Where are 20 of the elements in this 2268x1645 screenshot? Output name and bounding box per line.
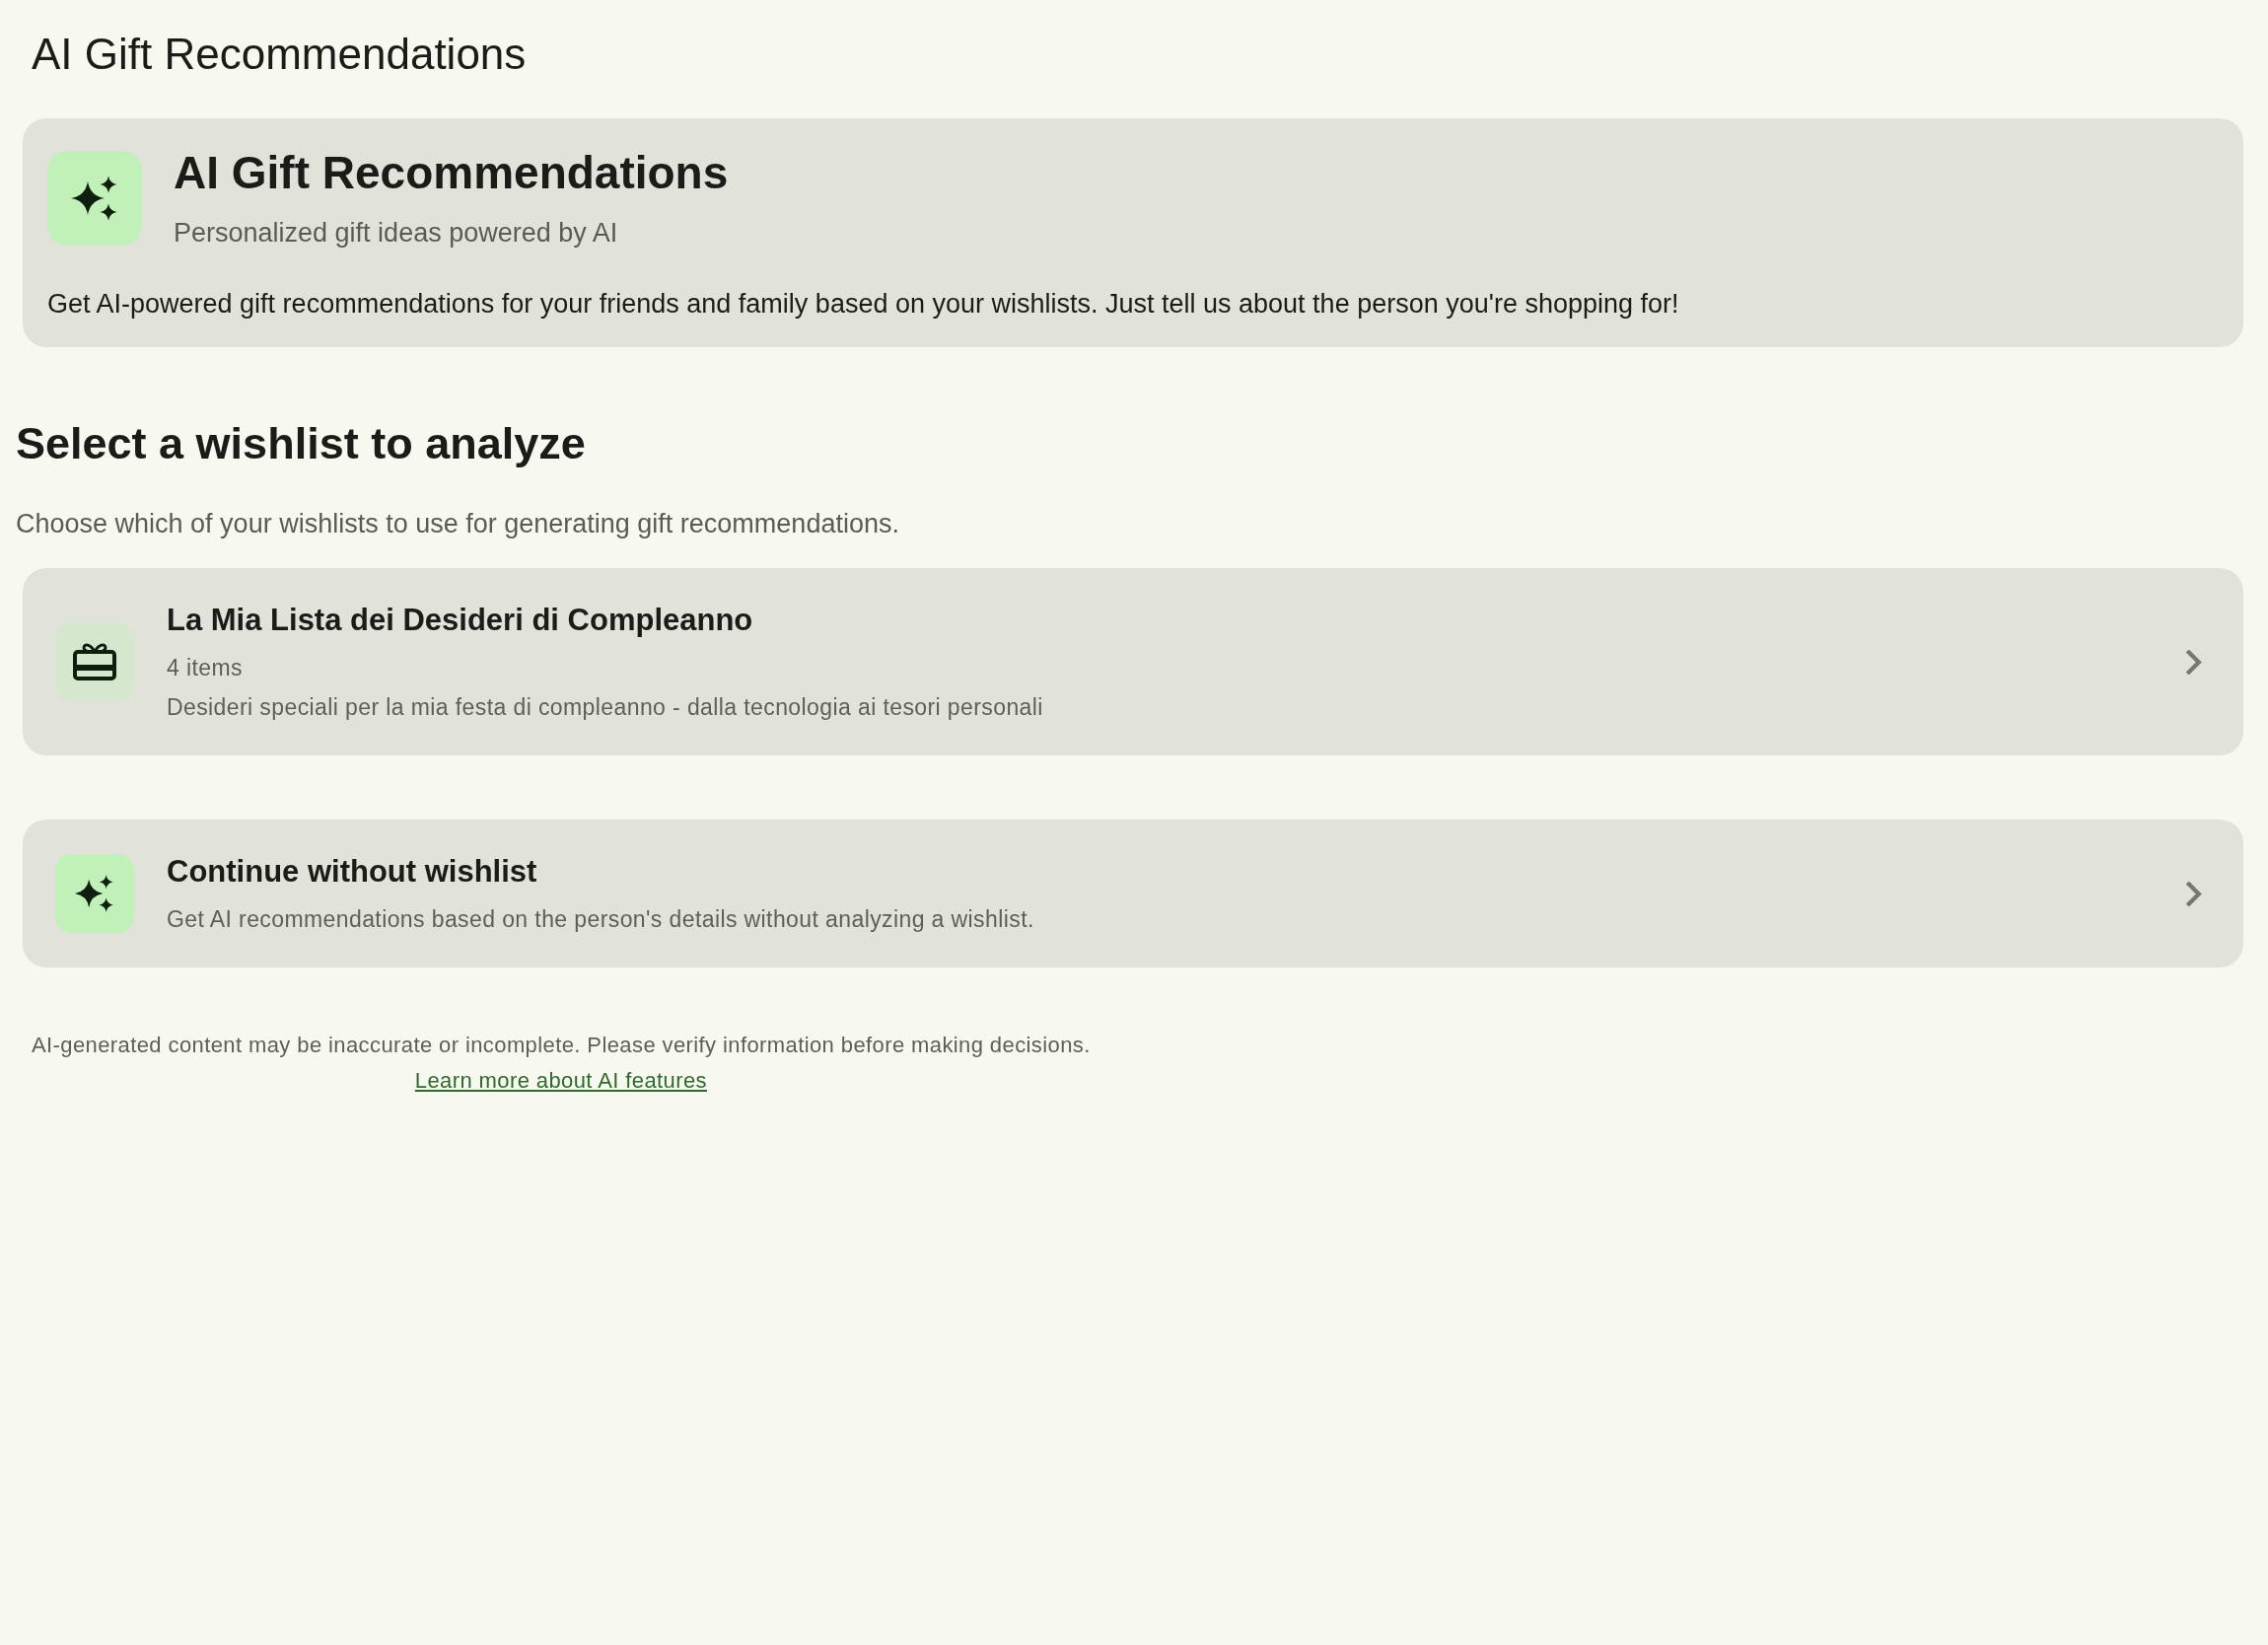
sparkle-icon [55,854,134,933]
section-description: Choose which of your wishlists to use for generating gift recommendations. [16,508,899,540]
option-title: Continue without wishlist [167,853,537,891]
gift-icon [55,622,134,701]
chevron-icon [2186,881,2202,906]
page-title: AI Gift Recommendations [32,29,527,80]
no-wishlist-card[interactable]: Continue without wishlist Get AI recommendations based on the person's details without analyzing a wishlist. [23,820,2243,967]
disclaimer-text: AI-generated content may be inaccurate or incomplete. Please verify information before making decisions. [32,1032,1091,1059]
item-count: 4 items [167,654,243,682]
section-heading: Select a wishlist to analyze [16,417,586,470]
chevron-icon [2186,649,2202,675]
intro-description: Get AI-powered gift recommendations for your friends and family based on your wishlists. Just tell us about the person you're shopping for! [47,288,1680,321]
wishlist-card[interactable]: La Mia Lista dei Desideri di Compleanno 4 items Desideri speciali per la mia festa di compleanno - dalla tecnologia ai tesori personali [23,568,2243,755]
intro-title: AI Gift Recommendations [174,146,729,200]
option-title: La Mia Lista dei Desideri di Compleanno [167,602,753,639]
learn-more-link[interactable]: Learn more about AI features [414,1067,707,1095]
option-description: Get AI recommendations based on the person's details without analyzing a wishlist. [167,905,1034,934]
option-description: Desideri speciali per la mia festa di compleanno - dalla tecnologia ai tesori personali [167,693,1043,722]
sparkle-icon [47,150,142,246]
intro-subtitle: Personalized gift ideas powered by AI [174,217,618,250]
